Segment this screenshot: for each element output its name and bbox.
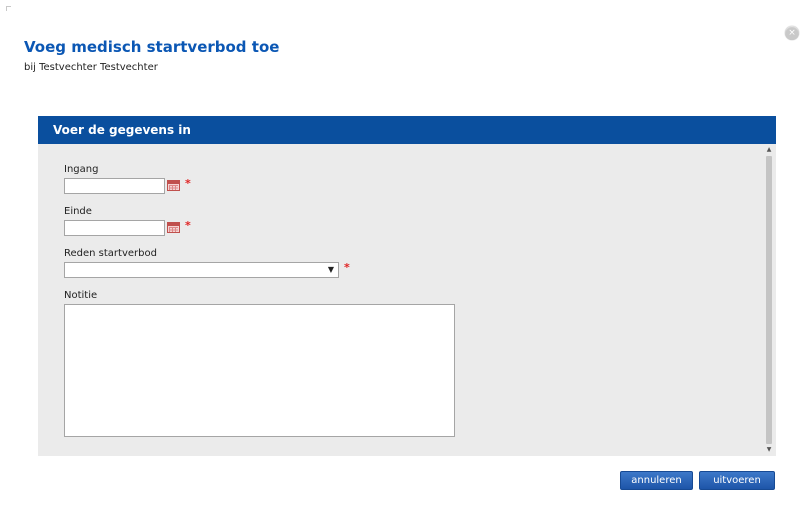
- einde-date-input[interactable]: [64, 220, 165, 236]
- notitie-textarea[interactable]: [64, 304, 455, 437]
- reden-label: Reden startverbod: [64, 248, 157, 259]
- close-icon[interactable]: ×: [785, 26, 799, 40]
- chevron-down-icon: ▼: [327, 265, 334, 274]
- cancel-button[interactable]: annuleren: [620, 471, 693, 490]
- reden-required-mark: *: [344, 261, 350, 274]
- dialog-subtitle: bij Testvechter Testvechter: [24, 62, 158, 73]
- notitie-label: Notitie: [64, 290, 98, 301]
- scroll-thumb[interactable]: [766, 156, 772, 444]
- form-panel-header: Voer de gegevens in: [38, 116, 776, 144]
- einde-calendar-icon[interactable]: [167, 222, 180, 233]
- einde-label: Einde: [64, 206, 92, 217]
- ingang-date-input[interactable]: [64, 178, 165, 194]
- dialog-title: Voeg medisch startverbod toe: [24, 38, 280, 56]
- form-panel: Voer de gegevens in Ingang * Einde * Red…: [38, 116, 776, 456]
- ingang-label: Ingang: [64, 164, 99, 175]
- ingang-required-mark: *: [185, 177, 191, 190]
- window-corner-mark: [6, 6, 11, 11]
- submit-button[interactable]: uitvoeren: [699, 471, 775, 490]
- scroll-up-icon[interactable]: ▲: [764, 146, 774, 154]
- panel-scrollbar[interactable]: ▲ ▼: [764, 146, 774, 454]
- reden-select[interactable]: ▼: [64, 262, 339, 278]
- scroll-down-icon[interactable]: ▼: [764, 446, 774, 454]
- einde-required-mark: *: [185, 219, 191, 232]
- ingang-calendar-icon[interactable]: [167, 180, 180, 191]
